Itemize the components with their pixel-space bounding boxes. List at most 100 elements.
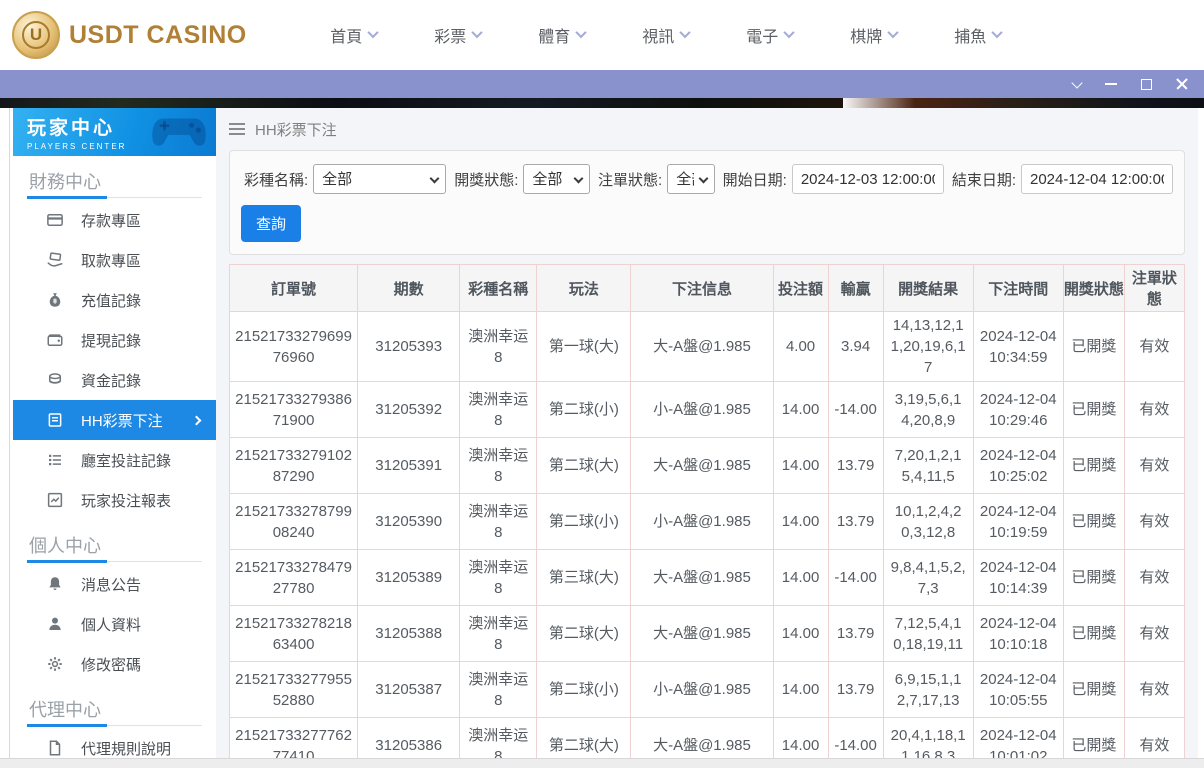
chevron-down-icon — [679, 26, 691, 38]
nav-item-lottery[interactable]: 彩票 — [406, 23, 510, 47]
cell-0: 2152173327847927780 — [228, 549, 359, 606]
section-underline — [27, 724, 202, 727]
sidebar-item-change-password[interactable]: 修改密碼 — [13, 644, 216, 684]
sidebar-item-withdraw-record[interactable]: 提現記錄 — [13, 320, 216, 360]
hamburger-menu-icon[interactable] — [229, 123, 245, 135]
sidebar-item-funds-record[interactable]: 資金記錄 — [13, 360, 216, 400]
card-icon — [46, 211, 64, 229]
cell-0: 2152173327879908240 — [228, 493, 359, 550]
cell-8: 2024-12-04 10:05:55 — [972, 661, 1064, 718]
cell-1: 31205386 — [357, 717, 461, 758]
lottery-name-select-control[interactable]: 全部 — [314, 165, 446, 193]
order-status-select-control[interactable]: 全部 — [668, 165, 714, 193]
cell-6: 13.79 — [827, 493, 884, 550]
cell-1: 31205391 — [357, 437, 461, 494]
nav-item-label: 首頁 — [330, 29, 363, 46]
collapse-chevron-icon[interactable] — [1071, 76, 1083, 89]
sidebar-item-label: 取款專區 — [81, 252, 142, 270]
nav-item-fishing[interactable]: 捕魚 — [926, 23, 1030, 47]
section-title: 財務中心 — [29, 172, 101, 192]
cell-1: 31205390 — [357, 493, 461, 550]
sidebar-item-agent-rules[interactable]: 代理規則說明 — [13, 728, 216, 758]
cell-9: 已開獎 — [1062, 661, 1125, 718]
sidebar-item-hall-bet-record[interactable]: 廳室投註記錄 — [13, 440, 216, 480]
bets-table: 訂單號 期數 彩種名稱 玩法 下注信息 投注額 輸贏 開獎結果 下注時間 開獎狀態 注單狀態 215… — [228, 264, 1186, 758]
logo-monogram: U — [22, 21, 50, 49]
cell-10: 有效 — [1123, 717, 1186, 758]
cell-1: 31205387 — [357, 661, 461, 718]
gamepad-icon — [152, 118, 206, 146]
sidebar-item-label: 資金記錄 — [81, 372, 142, 390]
logo-text: USDT CASINO — [69, 20, 247, 49]
cell-6: 13.79 — [827, 437, 884, 494]
sidebar-item-deposit-zone[interactable]: 存款專區 — [13, 200, 216, 240]
cell-0: 2152173327969976960 — [228, 311, 359, 382]
wallet-icon — [46, 331, 64, 349]
cell-3: 第一球(大) — [536, 311, 632, 382]
nav-item-chess[interactable]: 棋牌 — [822, 23, 926, 47]
nav-item-label: 體育 — [538, 29, 571, 46]
cell-9: 已開獎 — [1062, 717, 1125, 758]
column-header-6: 輸贏 — [827, 264, 884, 312]
column-header-5: 投注額 — [772, 264, 829, 312]
sidebar-item-announcements[interactable]: 消息公告 — [13, 564, 216, 604]
order-status-label: 注單狀態: — [598, 171, 663, 189]
report-chart-icon — [46, 491, 64, 509]
sidebar-item-hh-lottery-bets[interactable]: HH彩票下注 — [13, 400, 216, 440]
cell-9: 已開獎 — [1062, 381, 1125, 438]
cell-4: 小-A盤@1.985 — [630, 381, 774, 438]
close-icon[interactable] — [1176, 78, 1188, 90]
sidebar-item-recharge-record[interactable]: 充值記錄 — [13, 280, 216, 320]
breadcrumb: HH彩票下注 — [229, 108, 1185, 150]
table-row: 2152173327879908240 31205390 澳洲幸运8 第二球(小) 小-… — [228, 493, 1186, 550]
column-header-2: 彩種名稱 — [459, 264, 538, 312]
cell-6: -14.00 — [827, 717, 884, 758]
chevron-down-icon — [887, 26, 899, 38]
lottery-name-label: 彩種名稱: — [244, 171, 309, 189]
cell-9: 已開獎 — [1062, 437, 1125, 494]
end-date-input[interactable] — [1021, 164, 1173, 194]
minimize-icon[interactable] — [1105, 83, 1117, 85]
ticket-doc-icon — [46, 411, 64, 429]
sidebar: 玩家中心 PLAYERS CENTER 財務中心 存款專區 取款專區 充值記錄 提現記錄… — [13, 108, 216, 758]
cell-2: 澳洲幸运8 — [459, 605, 538, 662]
nav-item-home[interactable]: 首頁 — [302, 23, 406, 47]
table-row: 2152173327795552880 31205387 澳洲幸运8 第二球(小) 小-… — [228, 661, 1186, 718]
nav-item-sports[interactable]: 體育 — [510, 23, 614, 47]
search-button[interactable]: 查詢 — [241, 205, 302, 242]
chevron-right-icon — [191, 415, 202, 425]
start-date-input[interactable] — [791, 164, 944, 194]
right-gutter — [1198, 108, 1204, 758]
cell-7: 9,8,4,1,5,2,7,3 — [882, 549, 974, 606]
cell-8: 2024-12-04 10:29:46 — [972, 381, 1064, 438]
horizontal-scrollbar[interactable] — [0, 758, 1204, 768]
chevron-down-icon — [575, 26, 587, 38]
main-content: HH彩票下注 彩種名稱: 全部 開獎狀態: 全部 注單狀態: 全部 開始日期: … — [216, 108, 1198, 758]
sidebar-item-label: 廳室投註記錄 — [81, 452, 172, 470]
cell-10: 有效 — [1123, 381, 1186, 438]
sidebar-item-player-bet-report[interactable]: 玩家投注報表 — [13, 480, 216, 520]
nav-item-video[interactable]: 視訊 — [614, 23, 718, 47]
cell-10: 有效 — [1123, 661, 1186, 718]
main-nav: 首頁 彩票 體育 視訊 電子 棋牌 捕魚 — [302, 23, 1030, 47]
sidebar-item-withdraw-zone[interactable]: 取款專區 — [13, 240, 216, 280]
sidebar-item-label: 存款專區 — [81, 212, 142, 230]
cell-2: 澳洲幸运8 — [459, 717, 538, 758]
draw-status-select-control[interactable]: 全部 — [524, 165, 590, 193]
cell-10: 有效 — [1123, 493, 1186, 550]
sidebar-item-profile[interactable]: 個人資料 — [13, 604, 216, 644]
cell-6: 13.79 — [827, 605, 884, 662]
cell-10: 有效 — [1123, 605, 1186, 662]
sidebar-item-label: 提現記錄 — [81, 332, 142, 350]
brand-logo[interactable]: U USDT CASINO — [12, 11, 247, 59]
moneybag-icon — [46, 291, 64, 309]
cell-7: 20,4,1,18,11,16,8,3 — [882, 717, 974, 758]
maximize-icon[interactable] — [1141, 78, 1152, 90]
nav-item-label: 彩票 — [434, 29, 467, 46]
cell-7: 10,1,2,4,20,3,12,8 — [882, 493, 974, 550]
cell-1: 31205393 — [357, 311, 461, 382]
nav-item-electronic[interactable]: 電子 — [718, 23, 822, 47]
cell-6: -14.00 — [827, 381, 884, 438]
cell-0: 2152173327910287290 — [228, 437, 359, 494]
table-row: 2152173327847927780 31205389 澳洲幸运8 第三球(大) 大-… — [228, 549, 1186, 606]
